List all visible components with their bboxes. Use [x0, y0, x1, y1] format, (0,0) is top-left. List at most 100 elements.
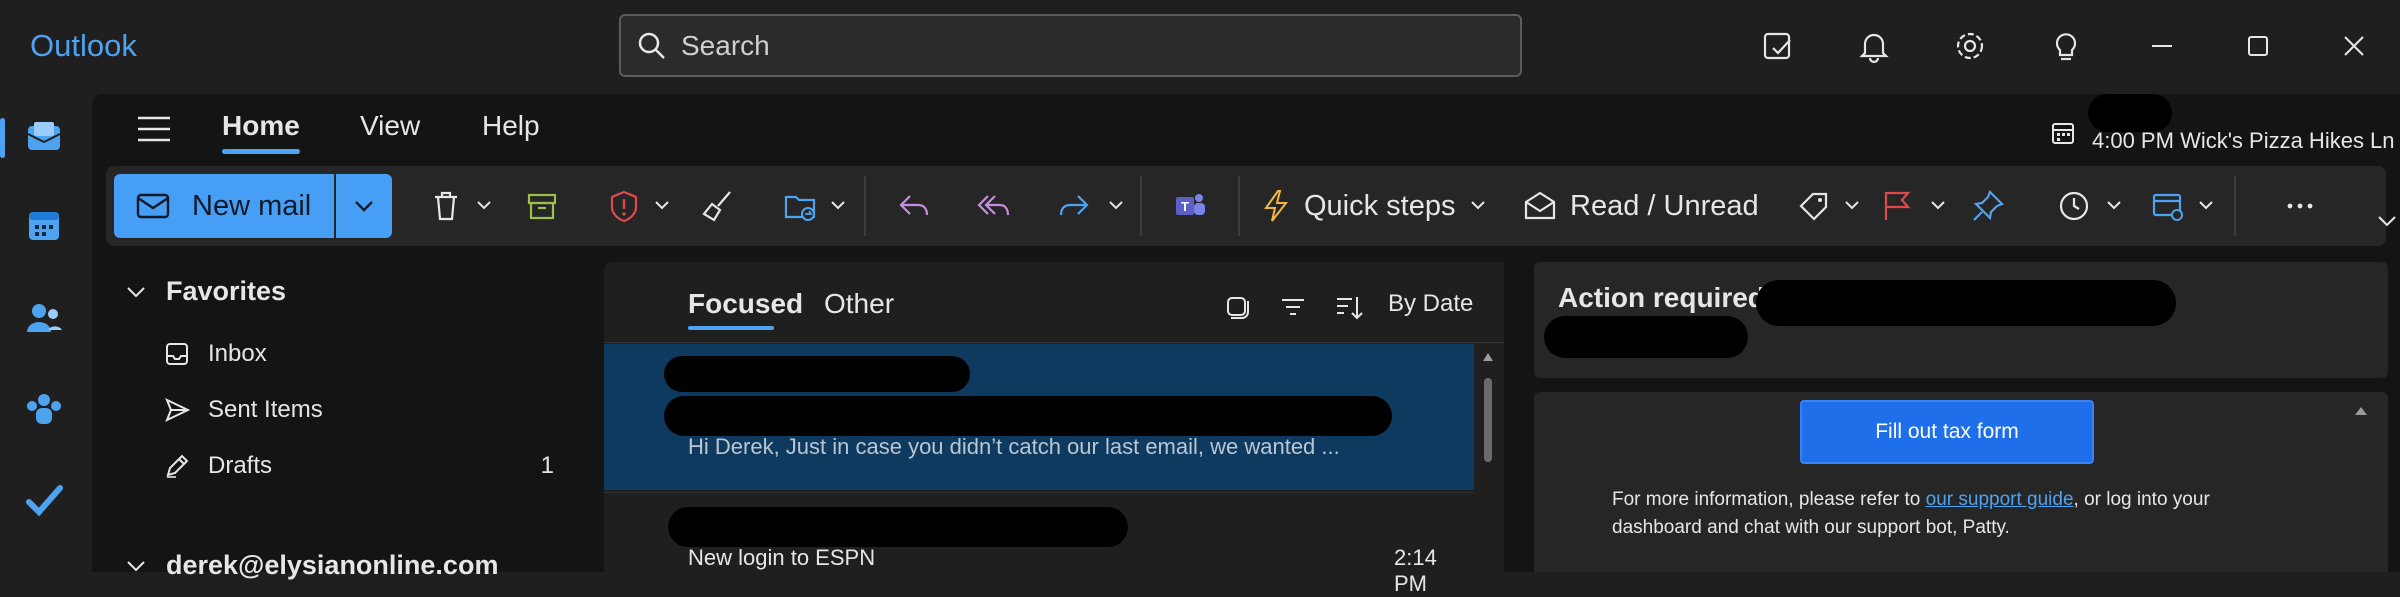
support-guide-link[interactable]: our support guide: [1926, 489, 2074, 510]
message-body-text: For more information, please refer to ou…: [1612, 486, 2292, 542]
new-mail-button[interactable]: New mail: [114, 174, 334, 238]
scroll-up-icon[interactable]: [1482, 352, 1494, 362]
main-area: Home View Help 4:00 PM Wick's Pizza Hike…: [92, 94, 2400, 596]
message-body: Fill out tax form For more information, …: [1534, 392, 2388, 572]
archive-icon[interactable]: [524, 188, 560, 224]
redaction: [664, 356, 970, 392]
event-title: Wick's Pizza Hikes Ln: [2180, 128, 2395, 153]
rail-active-indicator: [0, 118, 5, 158]
lightbulb-icon[interactable]: [2048, 28, 2084, 64]
chevron-down-icon[interactable]: [1470, 200, 1486, 212]
folder-drafts[interactable]: Drafts 1: [164, 452, 554, 480]
tab-view[interactable]: View: [360, 110, 420, 142]
account-header[interactable]: derek@elysianonline.com: [126, 550, 498, 581]
clock-icon[interactable]: [2056, 188, 2092, 224]
chevron-down-icon[interactable]: [476, 200, 492, 212]
envelope-open-icon[interactable]: [1522, 188, 1558, 224]
ribbon-expand-chevron-icon[interactable]: [2376, 214, 2398, 228]
tag-icon[interactable]: [1796, 188, 1832, 224]
more-options-icon[interactable]: [2282, 188, 2318, 224]
chevron-down-icon[interactable]: [1108, 200, 1124, 212]
folder-inbox[interactable]: Inbox: [164, 340, 554, 368]
folder-label: Sent Items: [208, 396, 323, 423]
reading-scroll-up-icon[interactable]: [2354, 406, 2368, 416]
envelope-icon: [136, 193, 170, 219]
quick-steps-button[interactable]: Quick steps: [1304, 190, 1456, 223]
search-box[interactable]: [619, 14, 1522, 77]
bell-icon[interactable]: [1856, 28, 1892, 64]
tab-other[interactable]: Other: [824, 288, 894, 320]
tab-home[interactable]: Home: [222, 110, 300, 142]
minimize-icon[interactable]: [2146, 30, 2178, 62]
reply-icon[interactable]: [896, 188, 932, 224]
new-mail-dropdown[interactable]: [336, 174, 392, 238]
tab-help[interactable]: Help: [482, 110, 540, 142]
gear-icon[interactable]: [1952, 28, 1988, 64]
todo-check-icon[interactable]: [24, 480, 64, 520]
report-icon[interactable]: [606, 188, 642, 224]
read-unread-button[interactable]: Read / Unread: [1570, 190, 1759, 223]
folder-label: Inbox: [208, 340, 267, 367]
message-list-scrollbar[interactable]: [1480, 348, 1496, 572]
message-preview: Hi Derek, Just in case you didn’t catch …: [688, 434, 1340, 459]
body-text-prefix: For more information, please refer to: [1612, 489, 1926, 510]
rules-icon[interactable]: [2150, 188, 2186, 224]
inbox-icon: [166, 343, 188, 365]
ribbon-separator: [1140, 176, 1142, 236]
select-icon[interactable]: [1222, 292, 1252, 322]
chevron-down-icon: [127, 286, 145, 297]
tab-focused[interactable]: Focused: [688, 288, 803, 320]
sort-by-date[interactable]: By Date: [1388, 290, 1473, 318]
ribbon-tabs: Home View Help 4:00 PM Wick's Pizza Hike…: [92, 94, 2400, 166]
sort-icon[interactable]: [1334, 292, 1364, 322]
chevron-down-icon: [127, 560, 145, 571]
scroll-thumb[interactable]: [1484, 378, 1492, 462]
groups-icon[interactable]: [24, 390, 64, 430]
filter-icon[interactable]: [1278, 292, 1308, 322]
message-title: Action required.: [1558, 282, 1773, 313]
folder-count: 1: [540, 452, 554, 479]
search-icon: [638, 32, 665, 59]
sweep-icon[interactable]: [700, 188, 736, 224]
calendar-icon[interactable]: [24, 206, 64, 246]
move-to-folder-icon[interactable]: [782, 188, 818, 224]
fill-out-tax-form-button[interactable]: Fill out tax form: [1800, 400, 2094, 464]
message-time: 2:14 PM: [1394, 545, 1437, 596]
ribbon-toolbar: New mail T Quick steps Read / Unread: [106, 166, 2386, 246]
calendar-event[interactable]: 4:00 PM Wick's Pizza Hikes Ln: [2092, 128, 2395, 154]
delete-icon[interactable]: [428, 188, 464, 224]
search-input[interactable]: [681, 29, 1481, 62]
chevron-down-icon[interactable]: [830, 200, 846, 212]
forward-icon[interactable]: [1056, 188, 1092, 224]
folder-sent-items[interactable]: Sent Items: [164, 396, 554, 424]
new-mail-label: New mail: [192, 189, 312, 222]
hamburger-icon[interactable]: [136, 114, 172, 144]
ribbon-separator: [1238, 176, 1240, 236]
favorites-header[interactable]: Favorites: [126, 276, 286, 307]
pencil-icon: [166, 454, 189, 478]
chevron-down-icon[interactable]: [1930, 200, 1946, 212]
close-icon[interactable]: [2338, 30, 2370, 62]
lightning-icon[interactable]: [1258, 188, 1294, 224]
chevron-down-icon[interactable]: [1844, 200, 1860, 212]
redaction: [668, 507, 1128, 547]
message-item[interactable]: New login to ESPN 2:14 PM: [604, 492, 1474, 596]
message-item-selected[interactable]: Hi Derek, Just in case you didn’t catch …: [604, 344, 1474, 490]
send-icon: [165, 397, 190, 423]
chevron-down-icon[interactable]: [2106, 200, 2122, 212]
title-bar: Outlook: [0, 0, 2400, 94]
flag-icon[interactable]: [1878, 188, 1914, 224]
pin-icon[interactable]: [1970, 188, 2006, 224]
maximize-icon[interactable]: [2242, 30, 2274, 62]
reading-pane: Action required. Fill out tax form For m…: [1534, 262, 2388, 572]
people-icon[interactable]: [24, 298, 64, 338]
tab-home-underline: [222, 149, 300, 154]
mail-icon[interactable]: [24, 116, 64, 156]
reply-all-icon[interactable]: [976, 188, 1012, 224]
chevron-down-icon[interactable]: [2198, 200, 2214, 212]
chevron-down-icon[interactable]: [654, 200, 670, 212]
message-subject: New login to ESPN: [688, 545, 876, 570]
redaction: [664, 396, 1392, 436]
todo-icon[interactable]: [1760, 28, 1796, 64]
teams-icon[interactable]: T: [1172, 188, 1208, 224]
